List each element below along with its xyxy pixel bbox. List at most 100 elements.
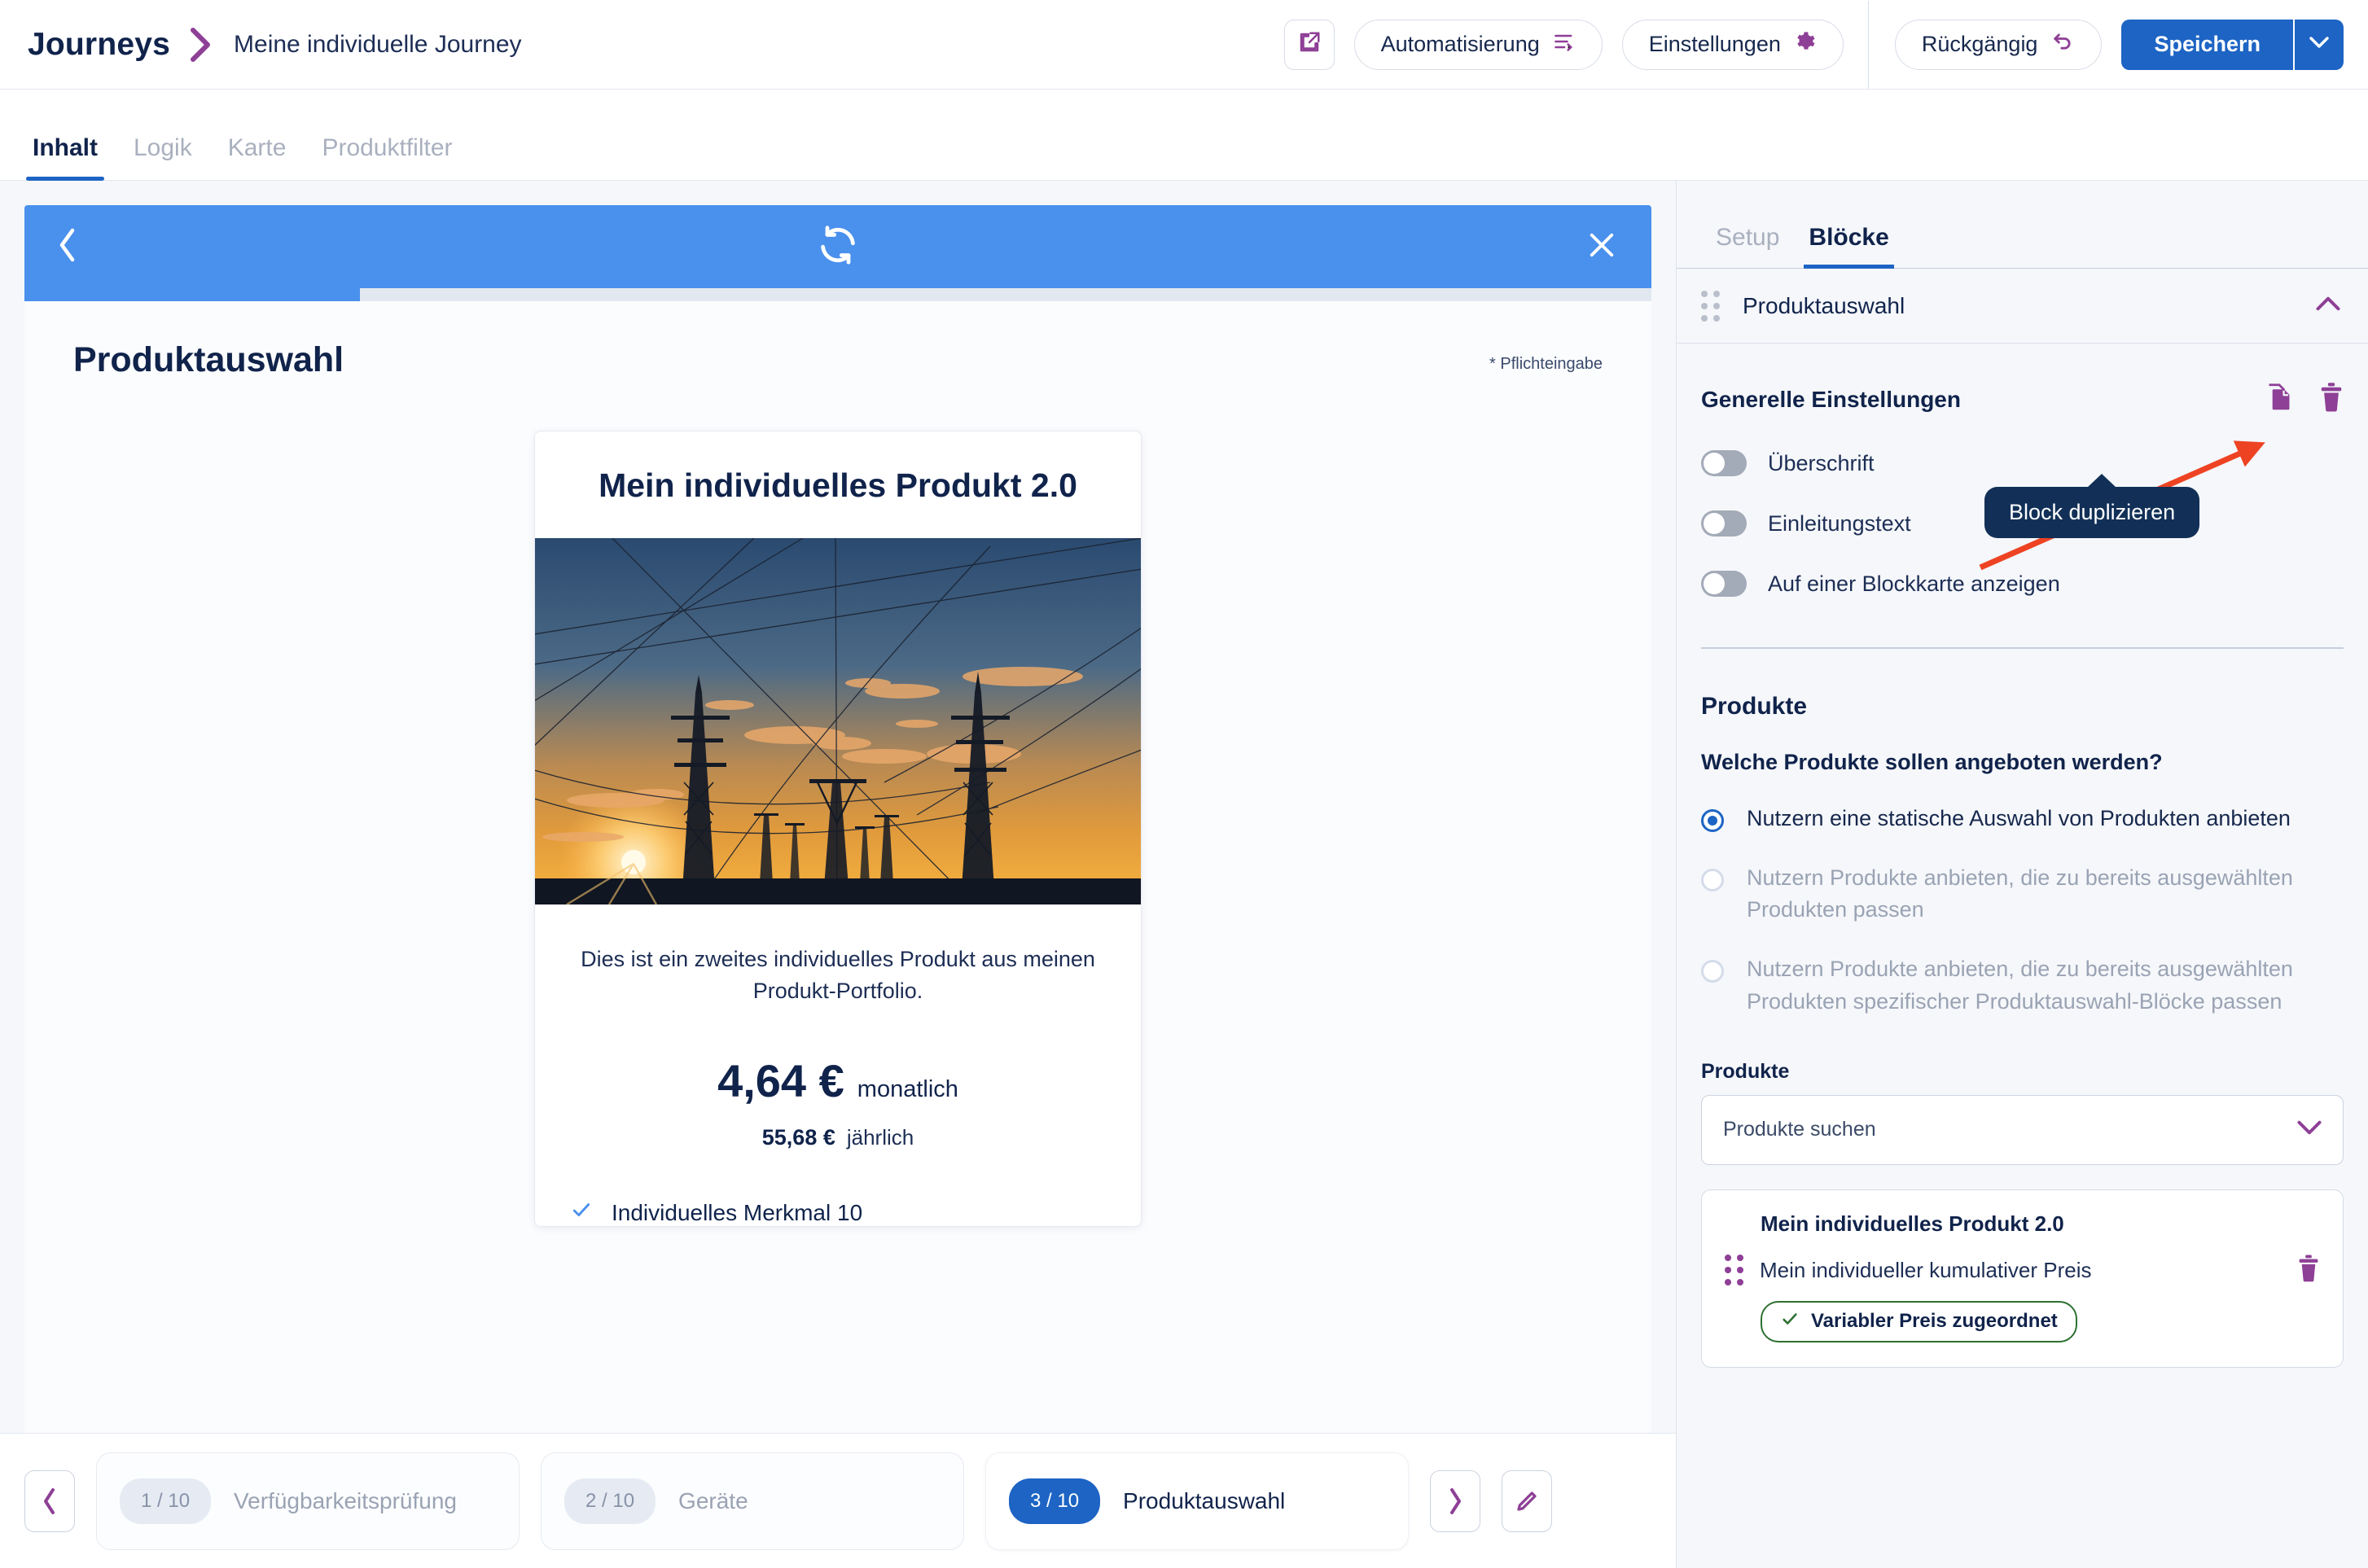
- products-field-label: Produkte: [1701, 1059, 1790, 1083]
- product-price-yearly: 55,68 €: [761, 1125, 835, 1150]
- general-settings-heading: Generelle Einstellungen: [1701, 386, 1961, 412]
- preview-column: Produktauswahl * Pflichteingabe Mein ind…: [0, 181, 1676, 1568]
- product-price-monthly-row: 4,64 € monatlich: [535, 1007, 1141, 1107]
- radio-static-input[interactable]: [1701, 809, 1724, 832]
- step-edit-button[interactable]: [1502, 1469, 1552, 1532]
- step-chip-1[interactable]: 1 / 10 Verfügbarkeitsprüfung: [96, 1452, 520, 1550]
- tab-produktfilter[interactable]: Produktfilter: [304, 134, 470, 180]
- block-actions: [2265, 383, 2344, 416]
- products-question: Welche Produkte sollen angeboten werden?: [1701, 750, 2163, 774]
- selected-product-price-name: Mein individueller kumulativer Preis: [1760, 1257, 2092, 1282]
- save-button[interactable]: Speichern: [2121, 19, 2293, 70]
- chevron-down-icon: [2309, 36, 2329, 53]
- step-badge-3: 3 / 10: [1009, 1478, 1101, 1524]
- product-price-yearly-row: 55,68 € jährlich: [535, 1107, 1141, 1150]
- required-note: * Pflichteingabe: [1489, 355, 1603, 373]
- products-search-select[interactable]: Produkte suchen: [1701, 1094, 2344, 1165]
- app-root: Journeys Meine individuelle Journey Auto…: [0, 0, 2368, 1568]
- radio-matching-label: Nutzern Produkte anbieten, die zu bereit…: [1747, 865, 2293, 922]
- chevron-up-icon[interactable]: [2316, 296, 2340, 316]
- radio-specific-blocks-input: [1701, 960, 1724, 983]
- tab-inhalt[interactable]: Inhalt: [15, 134, 116, 181]
- product-price-monthly: 4,64 €: [717, 1055, 844, 1107]
- preview-body: Produktauswahl * Pflichteingabe Mein ind…: [24, 301, 1651, 1433]
- products-search-placeholder: Produkte suchen: [1723, 1118, 1876, 1141]
- preview-scroll-area: Produktauswahl * Pflichteingabe Mein ind…: [0, 181, 1676, 1433]
- step-badge-1: 1 / 10: [120, 1478, 212, 1524]
- settings-label: Einstellungen: [1648, 32, 1781, 56]
- main-tabbar: Inhalt Logik Karte Produktfilter: [0, 90, 2368, 181]
- gear-icon: [1794, 30, 1817, 59]
- step-navigation-bar: 1 / 10 Verfügbarkeitsprüfung 2 / 10 Gerä…: [0, 1433, 1676, 1568]
- product-card-title: Mein individuelles Produkt 2.0: [599, 466, 1077, 504]
- journey-title: Meine individuelle Journey: [234, 30, 522, 58]
- tab-logik[interactable]: Logik: [116, 134, 210, 180]
- preview-progress-fill: [24, 288, 360, 301]
- toggle-label-ueberschrift: Überschrift: [1768, 450, 1875, 475]
- drag-handle-icon[interactable]: [1725, 1255, 1743, 1286]
- save-dropdown-button[interactable]: [2293, 19, 2344, 70]
- chevron-down-icon[interactable]: [2297, 1119, 2322, 1140]
- header-actions-right-group: Rückgängig Speichern: [1894, 19, 2368, 70]
- save-split-button: Speichern: [2121, 19, 2344, 70]
- preview-refresh-icon[interactable]: [817, 224, 859, 270]
- product-card-description: Dies ist ein zweites individuelles Produ…: [581, 947, 1095, 1004]
- product-price-monthly-period: monatlich: [857, 1076, 958, 1103]
- tab-karte[interactable]: Karte: [210, 134, 305, 180]
- undo-label: Rückgängig: [1921, 32, 2038, 56]
- step-prev-button[interactable]: [24, 1469, 75, 1532]
- body: Produktauswahl * Pflichteingabe Mein ind…: [0, 181, 2368, 1568]
- preview-close-icon[interactable]: [1585, 228, 1619, 266]
- sidebar-tab-bloecke[interactable]: Blöcke: [1794, 224, 1903, 269]
- app-brand[interactable]: Journeys: [28, 27, 170, 63]
- product-card[interactable]: Mein individuelles Produkt 2.0 Dies ist …: [534, 431, 1142, 1228]
- right-sidebar: Setup Blöcke Produktauswahl Generelle Ei…: [1676, 181, 2368, 1568]
- toggle-label-einleitungstext: Einleitungstext: [1768, 510, 1911, 536]
- radio-matching-input: [1701, 869, 1724, 892]
- general-settings-header: Generelle Einstellungen: [1701, 344, 2344, 416]
- check-icon: [569, 1199, 594, 1226]
- step-chip-2[interactable]: 2 / 10 Geräte: [541, 1452, 964, 1550]
- selected-product-card: Mein individuelles Produkt 2.0 Mein indi…: [1701, 1189, 2344, 1368]
- preview-title-row: Produktauswahl * Pflichteingabe: [73, 301, 1603, 380]
- radio-specific-blocks-label: Nutzern Produkte anbieten, die zu bereit…: [1747, 957, 2293, 1014]
- selected-product-price-row: Mein individueller kumulativer Preis: [1725, 1237, 2320, 1286]
- step-chip-3[interactable]: 3 / 10 Produktauswahl: [985, 1452, 1409, 1550]
- preview-back-icon[interactable]: [57, 227, 78, 267]
- toggle-row-blockkarte: Auf einer Blockkarte anzeigen: [1701, 537, 2344, 597]
- top-header: Journeys Meine individuelle Journey Auto…: [0, 0, 2368, 90]
- undo-button[interactable]: Rückgängig: [1894, 19, 2103, 70]
- selected-product-title: Mein individuelles Produkt 2.0: [1761, 1211, 2064, 1236]
- products-heading: Produkte: [1701, 693, 1808, 720]
- radio-static-label: Nutzern eine statische Auswahl von Produ…: [1747, 806, 2291, 830]
- sidebar-tab-setup[interactable]: Setup: [1701, 224, 1794, 268]
- step-next-button[interactable]: [1430, 1469, 1480, 1532]
- radio-option-specific-blocks: Nutzern Produkte anbieten, die zu bereit…: [1701, 926, 2344, 1017]
- trash-icon[interactable]: [2319, 383, 2344, 416]
- drag-handle-icon[interactable]: [1701, 290, 1720, 322]
- duplicate-icon[interactable]: [2265, 383, 2293, 416]
- automation-icon: [1553, 30, 1576, 59]
- step-label-1: Verfügbarkeitsprüfung: [234, 1487, 458, 1513]
- page-title: Produktauswahl: [73, 340, 344, 379]
- toggle-einleitungstext[interactable]: [1701, 510, 1747, 537]
- breadcrumb: Journeys Meine individuelle Journey: [0, 27, 522, 63]
- radio-option-static[interactable]: Nutzern eine statische Auswahl von Produ…: [1701, 775, 2344, 834]
- trash-icon[interactable]: [2297, 1255, 2320, 1286]
- header-divider: [1867, 0, 1869, 89]
- automation-label: Automatisierung: [1380, 32, 1540, 56]
- automation-button[interactable]: Automatisierung: [1353, 19, 1603, 70]
- preview-progress-bar: [24, 288, 1651, 301]
- tooltip-block-duplizieren: Block duplizieren: [1984, 474, 2200, 538]
- header-actions: Automatisierung Einstellungen Rückgängig…: [1283, 0, 2368, 89]
- toggle-blockkarte[interactable]: [1701, 571, 1747, 597]
- product-feature-label: Individuelles Merkmal 10: [612, 1199, 863, 1225]
- toggle-row-ueberschrift: Überschrift: [1701, 416, 2344, 476]
- settings-button[interactable]: Einstellungen: [1621, 19, 1844, 70]
- step-badge-2: 2 / 10: [564, 1478, 656, 1524]
- product-price-yearly-period: jährlich: [846, 1125, 914, 1150]
- external-link-button[interactable]: [1283, 19, 1335, 70]
- toggle-ueberschrift[interactable]: [1701, 450, 1747, 476]
- toggle-label-blockkarte: Auf einer Blockkarte anzeigen: [1768, 571, 2060, 596]
- block-header-produktauswahl[interactable]: Produktauswahl: [1677, 269, 2368, 344]
